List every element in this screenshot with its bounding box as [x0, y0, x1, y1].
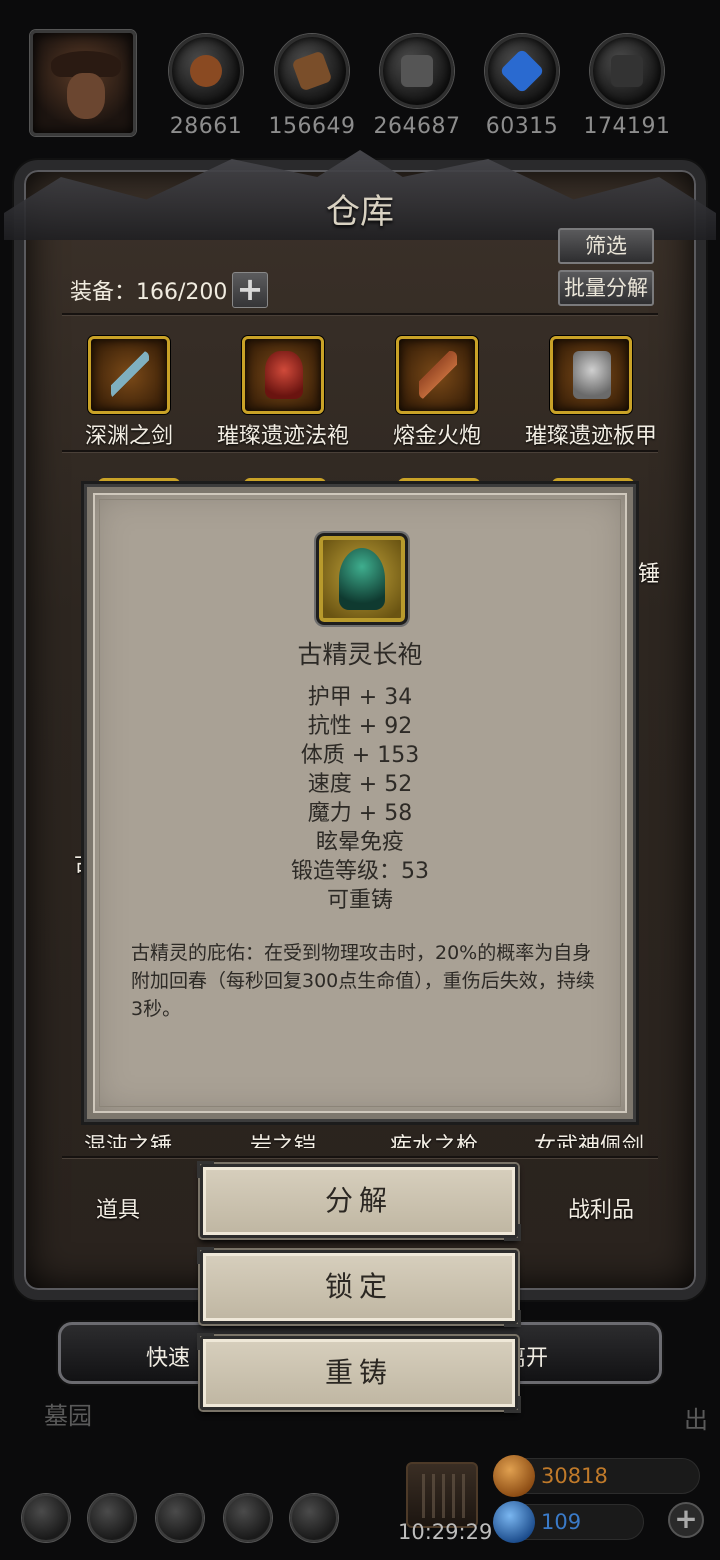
item-stats: 护甲 + 34 抗性 + 92 体质 + 153 速度 + 52 魔力 + 58…	[87, 683, 633, 915]
filter-button[interactable]: 筛选	[558, 228, 654, 264]
item-icon	[316, 533, 408, 625]
building-icon[interactable]	[156, 1494, 204, 1542]
tools-icon[interactable]	[290, 1494, 338, 1542]
lock-button[interactable]: 锁定	[197, 1247, 521, 1327]
item-name: 熔金火炮	[392, 424, 481, 449]
gem-value: 109	[541, 1510, 582, 1534]
gem-icon	[493, 1501, 535, 1543]
star-icon[interactable]	[88, 1494, 136, 1542]
stat-magic: 魔力 + 58	[307, 801, 413, 826]
batch-decompose-button[interactable]: 批量分解	[558, 270, 654, 306]
stat-forge-level: 锻造等级：53	[291, 859, 429, 884]
mail-icon[interactable]	[224, 1494, 272, 1542]
panel-title: 仓库	[326, 192, 394, 232]
gem-counter[interactable]: 109	[493, 1501, 644, 1543]
gift-icon[interactable]	[406, 1462, 478, 1528]
gold-counter[interactable]: 30818	[493, 1455, 700, 1497]
gear-icon[interactable]	[22, 1494, 70, 1542]
quick-label[interactable]: 快速	[146, 1340, 190, 1372]
stat-speed: 速度 + 52	[307, 772, 413, 797]
item-slot[interactable]: 璀璨遗迹板甲	[516, 336, 666, 450]
item-name-partial: 岩之铠	[250, 1134, 317, 1148]
armor-icon	[573, 351, 611, 399]
clock-time: 10:29:29	[398, 1520, 493, 1544]
item-slot[interactable]: 璀璨遗迹法袍	[208, 336, 358, 450]
robe-icon	[265, 351, 303, 399]
item-slot[interactable]: 熔金火炮	[362, 336, 512, 450]
tab-items[interactable]: 道具	[96, 1192, 140, 1224]
item-name-partial: 锤	[638, 562, 661, 587]
resource-value: 156649	[268, 114, 356, 139]
reforge-button[interactable]: 重铸	[197, 1333, 521, 1413]
gold-coin-icon	[493, 1455, 535, 1497]
exit-label[interactable]: 出	[684, 1400, 708, 1435]
cloak-icon	[339, 548, 385, 610]
item-description: 古精灵的庇佑：在受到物理攻击时，20%的概率为自身附加回春（每秒回复300点生命…	[131, 942, 595, 1020]
cannon-icon	[419, 351, 457, 399]
divider	[62, 313, 658, 315]
resource-coal[interactable]: 174191	[575, 34, 679, 139]
item-name: 深渊之剑	[84, 424, 173, 449]
item-name: 璀璨遗迹板甲	[524, 424, 657, 449]
crystal-icon	[499, 48, 545, 94]
stat-stun-immunity: 眩晕免疫	[315, 830, 404, 855]
expand-capacity-button[interactable]: +	[232, 272, 268, 308]
stat-resistance: 抗性 + 92	[307, 714, 413, 739]
item-name-partial: 疾水之枪	[390, 1134, 479, 1148]
equipment-capacity: 装备：166/200	[70, 280, 228, 305]
item-name: 璀璨遗迹法袍	[216, 424, 349, 449]
hero-face-icon	[67, 73, 105, 119]
decompose-button[interactable]: 分解	[197, 1161, 521, 1241]
sword-icon	[111, 351, 149, 399]
item-tooltip: 古精灵长袍 护甲 + 34 抗性 + 92 体质 + 153 速度 + 52 魔…	[84, 484, 636, 1122]
resource-crystal[interactable]: 60315	[470, 34, 574, 139]
meat-icon	[190, 55, 222, 87]
resource-iron[interactable]: 264687	[365, 34, 469, 139]
resource-value: 28661	[169, 114, 243, 139]
divider	[62, 1156, 658, 1158]
resource-meat[interactable]: 28661	[154, 34, 258, 139]
gold-value: 30818	[541, 1464, 608, 1488]
stat-constitution: 体质 + 153	[300, 743, 420, 768]
resource-value: 174191	[583, 114, 671, 139]
item-name-partial: 女武神佩剑	[534, 1134, 645, 1148]
resource-value: 264687	[373, 114, 461, 139]
coal-icon	[611, 55, 643, 87]
resource-wood[interactable]: 156649	[260, 34, 364, 139]
item-title: 古精灵长袍	[297, 640, 423, 669]
resource-value: 60315	[485, 114, 559, 139]
divider	[62, 450, 658, 452]
stat-reforgeable: 可重铸	[326, 888, 393, 913]
hero-portrait[interactable]	[30, 30, 136, 136]
wood-icon	[291, 50, 333, 92]
iron-icon	[401, 55, 433, 87]
item-name-partial: 混沌之锤	[84, 1134, 173, 1148]
add-currency-button[interactable]: +	[668, 1502, 704, 1538]
tab-loot[interactable]: 战利品	[568, 1192, 634, 1224]
stat-armor: 护甲 + 34	[307, 685, 413, 710]
item-slot[interactable]: 深渊之剑	[54, 336, 204, 450]
graveyard-label[interactable]: 墓园	[44, 1396, 92, 1431]
